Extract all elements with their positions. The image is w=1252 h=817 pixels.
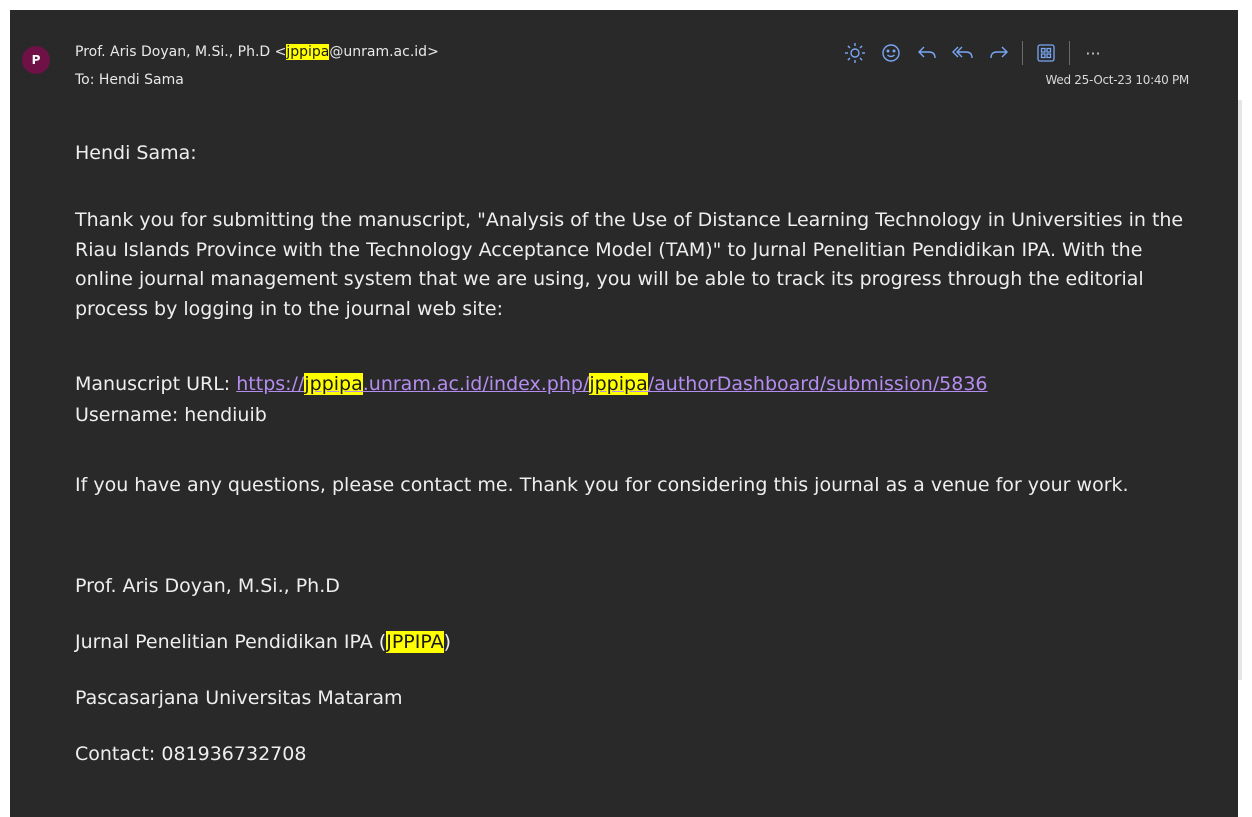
username-line: Username: hendiuib bbox=[75, 404, 267, 426]
signature-contact: Contact: 081936732708 bbox=[75, 743, 307, 765]
emoji-icon[interactable] bbox=[876, 38, 906, 68]
body-paragraph-2: If you have any questions, please contac… bbox=[75, 474, 1129, 496]
signature-institution: Pascasarjana Universitas Mataram bbox=[75, 687, 403, 709]
message-toolbar: ··· bbox=[840, 38, 1114, 68]
message-date: Wed 25-Oct-23 10:40 PM bbox=[1045, 73, 1190, 87]
recipient-line: To: Hendi Sama bbox=[75, 72, 184, 88]
apps-icon[interactable] bbox=[1031, 38, 1061, 68]
sender-highlight: jppipa bbox=[286, 44, 330, 60]
email-reading-pane: P Prof. Aris Doyan, M.Si., Ph.D <jppipa@… bbox=[10, 10, 1238, 817]
reply-icon[interactable] bbox=[912, 38, 942, 68]
sender-name: Prof. Aris Doyan, M.Si., Ph.D < bbox=[75, 44, 287, 60]
signature-journal: Jurnal Penelitian Pendidikan IPA (JPPIPA… bbox=[75, 631, 452, 653]
greeting: Hendi Sama: bbox=[75, 142, 197, 164]
sender-line[interactable]: Prof. Aris Doyan, M.Si., Ph.D <jppipa@un… bbox=[75, 44, 439, 60]
sun-icon[interactable] bbox=[840, 38, 870, 68]
sender-domain: @unram.ac.id> bbox=[329, 44, 439, 60]
toolbar-separator bbox=[1069, 41, 1070, 65]
toolbar-separator bbox=[1022, 41, 1023, 65]
scrollbar-thumb[interactable] bbox=[1238, 100, 1242, 680]
scrollbar[interactable] bbox=[1238, 0, 1252, 817]
forward-icon[interactable] bbox=[984, 38, 1014, 68]
manuscript-url-link[interactable]: https://jppipa.unram.ac.id/index.php/jpp… bbox=[236, 373, 988, 395]
url-label: Manuscript URL: bbox=[75, 373, 237, 395]
journal-abbrev-highlight: JPPIPA bbox=[386, 631, 444, 653]
signature-name: Prof. Aris Doyan, M.Si., Ph.D bbox=[75, 575, 340, 597]
manuscript-url-line: Manuscript URL: https://jppipa.unram.ac.… bbox=[75, 373, 988, 395]
reply-all-icon[interactable] bbox=[948, 38, 978, 68]
sender-avatar[interactable]: P bbox=[22, 46, 50, 74]
more-icon[interactable]: ··· bbox=[1078, 38, 1108, 68]
body-paragraph-1: Thank you for submitting the manuscript,… bbox=[75, 209, 1184, 320]
